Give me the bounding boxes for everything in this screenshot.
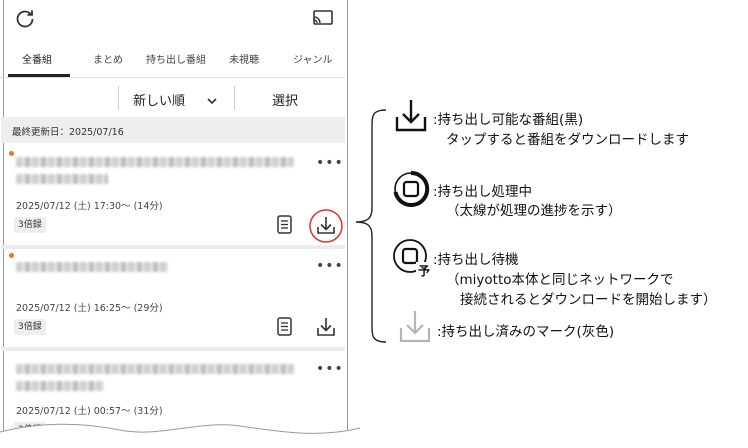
program-title-blurred[interactable]	[16, 262, 168, 272]
download-button-highlighted[interactable]	[308, 208, 344, 244]
more-menu-icon[interactable]: •••	[316, 258, 344, 274]
record-mode-badge: 3倍録	[14, 319, 46, 335]
new-indicator-dot	[9, 151, 14, 156]
torn-edge	[0, 410, 361, 444]
last-updated-label: 最終更新日：2025/07/16	[12, 127, 124, 138]
refresh-icon[interactable]	[14, 8, 36, 30]
legend-downloadable-title: :持ち出し可能な番組(黒)	[433, 112, 584, 128]
tab-unwatched[interactable]: 未視聴	[229, 51, 259, 66]
download-icon	[392, 97, 430, 135]
program-date: 2025/07/12 (土) 16:25～ (29分)	[16, 303, 163, 314]
program-info-icon[interactable]	[276, 316, 294, 338]
new-indicator-dot	[9, 253, 14, 258]
tab-genre[interactable]: ジャンル	[293, 51, 333, 66]
legend-waiting-desc-2: 接続されるとダウンロードを開始します）	[460, 292, 717, 308]
program-title-blurred-line2[interactable]	[16, 381, 104, 391]
downloaded-icon	[396, 308, 434, 346]
record-mode-badge: 3倍録	[14, 217, 46, 233]
processing-icon	[392, 170, 430, 208]
tab-all[interactable]: 全番組	[22, 51, 52, 66]
sort-separator-right	[234, 86, 235, 110]
chevron-down-icon[interactable]	[206, 92, 218, 105]
program-title-blurred-line2[interactable]	[16, 174, 108, 184]
legend-waiting-desc-1: （miyotto本体と同じネットワークで	[446, 272, 674, 288]
sort-separator-left	[118, 86, 119, 110]
legend-waiting-title: :持ち出し待機	[433, 252, 519, 268]
legend-processing-title: :持ち出し処理中	[433, 184, 533, 200]
more-menu-icon[interactable]: •••	[316, 155, 344, 171]
program-date: 2025/07/12 (土) 17:30～ (14分)	[16, 201, 163, 212]
download-icon[interactable]	[314, 315, 338, 339]
waiting-icon: 予	[392, 238, 432, 278]
program-title-blurred[interactable]	[16, 364, 294, 374]
tab-takeout[interactable]: 持ち出し番組	[146, 51, 206, 66]
legend-downloaded-title: :持ち出し済みのマーク(灰色)	[437, 324, 615, 340]
program-title-blurred[interactable]	[16, 157, 294, 167]
item-divider	[1, 245, 345, 249]
legend-downloadable-desc: タップすると番組をダウンロードします	[446, 132, 689, 148]
item-divider	[1, 347, 345, 351]
phone-screen	[3, 0, 348, 444]
tab-summary[interactable]: まとめ	[93, 51, 123, 66]
phone-border-right	[347, 0, 348, 432]
more-menu-icon[interactable]: •••	[316, 361, 344, 377]
legend-bracket	[350, 108, 390, 344]
program-info-icon[interactable]	[276, 214, 294, 236]
sort-order-dropdown[interactable]: 新しい順	[133, 90, 185, 109]
select-button[interactable]: 選択	[272, 90, 298, 109]
svg-text:予: 予	[418, 264, 430, 278]
tabs-divider	[0, 77, 345, 78]
cast-icon[interactable]	[312, 9, 334, 27]
legend-processing-desc: （太線が処理の進捗を示す）	[446, 203, 622, 219]
phone-border-left	[3, 0, 4, 432]
